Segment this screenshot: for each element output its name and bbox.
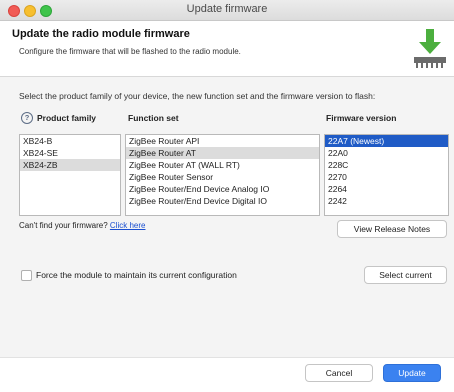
function-set-list[interactable]: ZigBee Router API ZigBee Router AT ZigBee … [125,134,320,216]
cant-find-firmware: Can't find your firmware? Click here [19,221,145,230]
function-set-heading: Function set [128,113,179,123]
force-config-label: Force the module to maintain its current… [36,270,237,280]
firmware-version-item[interactable]: 2242 [325,195,448,207]
force-config-checkbox[interactable] [21,270,32,281]
firmware-version-heading: Firmware version [326,113,397,123]
cancel-button[interactable]: Cancel [305,364,373,382]
product-family-item[interactable]: XB24-ZB [20,159,120,171]
click-here-link[interactable]: Click here [110,221,146,230]
firmware-version-item[interactable]: 22A7 (Newest) [325,135,448,147]
help-icon[interactable]: ? [21,112,33,124]
cant-find-text: Can't find your firmware? [19,221,108,230]
window-title: Update firmware [186,3,268,15]
firmware-version-item[interactable]: 2270 [325,171,448,183]
function-set-item[interactable]: ZigBee Router Sensor [126,171,319,183]
function-set-item[interactable]: ZigBee Router API [126,135,319,147]
dialog-content: Select the product family of your device… [0,77,454,357]
firmware-version-item[interactable]: 2264 [325,183,448,195]
header-description: Configure the firmware that will be flas… [19,47,241,56]
function-set-item[interactable]: ZigBee Router/End Device Digital IO [126,195,319,207]
product-family-item[interactable]: XB24-SE [20,147,120,159]
select-current-button[interactable]: Select current [364,266,447,284]
dialog-header: Update the radio module firmware Configu… [0,21,454,77]
product-family-list[interactable]: XB24-B XB24-SE XB24-ZB [19,134,121,216]
firmware-version-list[interactable]: 22A7 (Newest) 22A0 228C 2270 2264 2242 [324,134,449,216]
firmware-version-item[interactable]: 228C [325,159,448,171]
product-family-item[interactable]: XB24-B [20,135,120,147]
function-set-item[interactable]: ZigBee Router AT [126,147,319,159]
update-button[interactable]: Update [383,364,441,382]
product-family-heading: Product family [37,113,97,123]
header-title: Update the radio module firmware [12,28,190,40]
download-firmware-icon [414,29,446,68]
footer-divider [0,357,454,358]
function-set-item[interactable]: ZigBee Router/End Device Analog IO [126,183,319,195]
instruction-text: Select the product family of your device… [19,91,376,101]
function-set-item[interactable]: ZigBee Router AT (WALL RT) [126,159,319,171]
firmware-version-item[interactable]: 22A0 [325,147,448,159]
title-bar: Update firmware [0,0,454,21]
view-release-notes-button[interactable]: View Release Notes [337,220,447,238]
